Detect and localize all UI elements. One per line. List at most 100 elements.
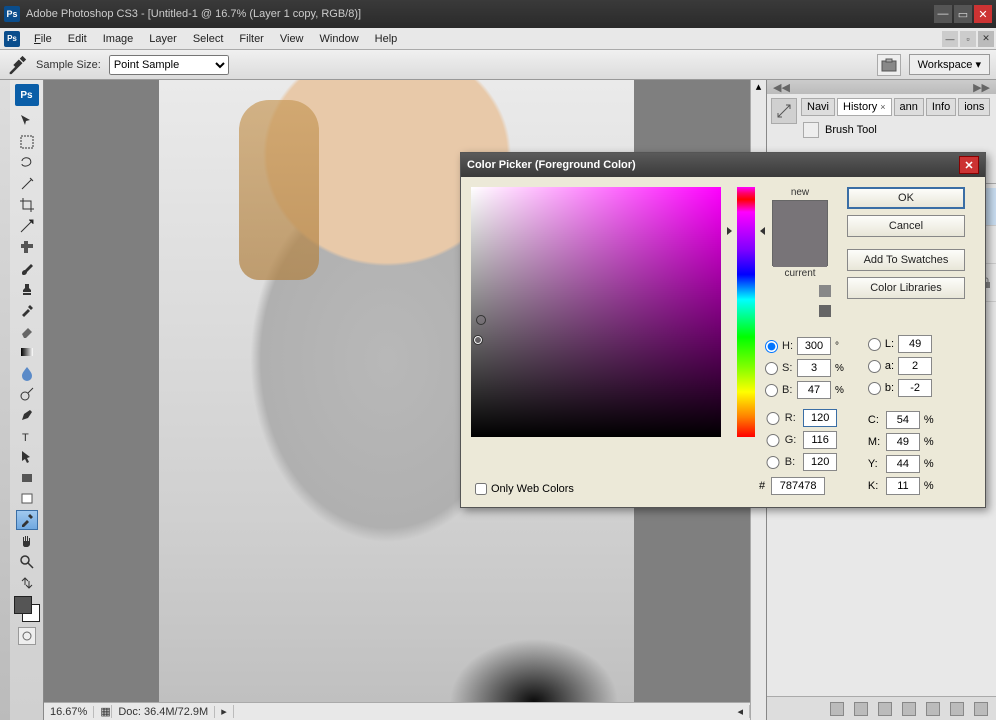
menu-view[interactable]: View [272,30,312,48]
tab-history[interactable]: History× [837,98,892,116]
close-button[interactable]: ✕ [974,5,992,23]
zoom-readout[interactable]: 16.67% [44,706,94,718]
hex-input[interactable] [771,477,825,495]
close-icon[interactable]: × [880,102,885,112]
doc-info[interactable]: Doc: 36.4M/72.9M [112,706,215,718]
dialog-titlebar[interactable]: Color Picker (Foreground Color) ✕ [461,153,985,177]
panel-options-icon[interactable] [771,98,797,124]
menu-layer[interactable]: Layer [141,30,185,48]
maximize-button[interactable]: ▭ [954,5,972,23]
panel-strip[interactable]: ◀◀ ▶▶ [767,80,996,94]
b-rgb-radio[interactable] [765,456,781,469]
gradient-tool[interactable] [16,342,38,362]
marquee-tool[interactable] [16,132,38,152]
scroll-up-button[interactable]: ▴ [751,80,766,96]
eraser-tool[interactable] [16,321,38,341]
history-item[interactable]: Brush Tool [801,120,992,140]
layer-mask-icon[interactable] [878,702,892,716]
type-tool[interactable]: T [16,426,38,446]
status-icon[interactable]: ▦ [94,705,112,718]
g-input[interactable] [803,431,837,449]
bri-radio[interactable] [765,384,778,397]
eyedropper-tool[interactable] [16,510,38,530]
hand-tool[interactable] [16,531,38,551]
doc-restore-button[interactable]: ▫ [960,31,976,47]
delete-layer-icon[interactable] [974,702,988,716]
bri-input[interactable] [797,381,831,399]
ok-button[interactable]: OK [847,187,965,209]
a-input[interactable] [898,357,932,375]
crop-tool[interactable] [16,195,38,215]
foreground-color-swatch[interactable] [14,596,32,614]
menu-file[interactable]: File [26,30,60,48]
k-input[interactable] [886,477,920,495]
r-radio[interactable] [765,412,781,425]
color-libraries-button[interactable]: Color Libraries [847,277,965,299]
l-radio[interactable] [868,338,881,351]
foreground-background-swatch[interactable] [14,596,40,622]
history-brush-tool[interactable] [16,300,38,320]
hue-radio[interactable] [765,340,778,353]
tab-info[interactable]: Info [926,98,956,116]
l-input[interactable] [898,335,932,353]
tab-channels-partial[interactable]: ann [894,98,924,116]
new-group-icon[interactable] [902,702,916,716]
zoom-tool[interactable] [16,552,38,572]
saturation-value-field[interactable] [471,187,721,437]
minimize-button[interactable]: — [934,5,952,23]
lab-b-input[interactable] [898,379,932,397]
sat-input[interactable] [797,359,831,377]
collapse-left-icon[interactable]: ◀◀ [773,81,790,94]
tab-navigator[interactable]: Navi [801,98,835,116]
dodge-tool[interactable] [16,384,38,404]
notes-tool[interactable] [16,489,38,509]
doc-info-arrow[interactable]: ▸ [215,705,234,718]
blur-tool[interactable] [16,363,38,383]
stamp-tool[interactable] [16,279,38,299]
color-preview-swatch[interactable] [772,200,828,266]
move-tool[interactable] [16,111,38,131]
new-layer-icon[interactable] [950,702,964,716]
add-to-swatches-button[interactable]: Add To Swatches [847,249,965,271]
gamut-warning-icon[interactable] [819,285,831,297]
swap-colors-icon[interactable] [16,573,38,593]
adjustment-layer-icon[interactable] [926,702,940,716]
bridge-icon[interactable] [877,54,901,76]
menu-edit[interactable]: Edit [60,30,95,48]
menu-image[interactable]: Image [95,30,142,48]
r-input[interactable] [803,409,837,427]
sample-size-select[interactable]: Point Sample [109,55,229,75]
layer-style-icon[interactable] [854,702,868,716]
healing-tool[interactable] [16,237,38,257]
g-radio[interactable] [765,434,781,447]
wand-tool[interactable] [16,174,38,194]
shape-tool[interactable] [16,468,38,488]
doc-close-button[interactable]: ✕ [978,31,994,47]
collapse-right-icon[interactable]: ▶▶ [973,81,990,94]
lasso-tool[interactable] [16,153,38,173]
scroll-left-button[interactable]: ◂ [731,705,750,718]
menu-help[interactable]: Help [367,30,406,48]
y-input[interactable] [886,455,920,473]
a-radio[interactable] [868,360,881,373]
sat-radio[interactable] [765,362,778,375]
hue-slider[interactable] [737,187,755,437]
m-input[interactable] [886,433,920,451]
b-rgb-input[interactable] [803,453,837,471]
brush-tool[interactable] [16,258,38,278]
menu-window[interactable]: Window [312,30,367,48]
menu-filter[interactable]: Filter [231,30,271,48]
only-web-colors-checkbox[interactable] [475,483,487,495]
quickmask-button[interactable] [18,627,36,645]
path-select-tool[interactable] [16,447,38,467]
lab-b-radio[interactable] [868,382,881,395]
dialog-close-button[interactable]: ✕ [959,156,979,174]
menu-select[interactable]: Select [185,30,232,48]
hue-input[interactable] [797,337,831,355]
c-input[interactable] [886,411,920,429]
tab-actions-partial[interactable]: ions [958,98,990,116]
link-layers-icon[interactable] [830,702,844,716]
workspace-button[interactable]: Workspace ▾ [909,54,990,75]
cancel-button[interactable]: Cancel [847,215,965,237]
slice-tool[interactable] [16,216,38,236]
